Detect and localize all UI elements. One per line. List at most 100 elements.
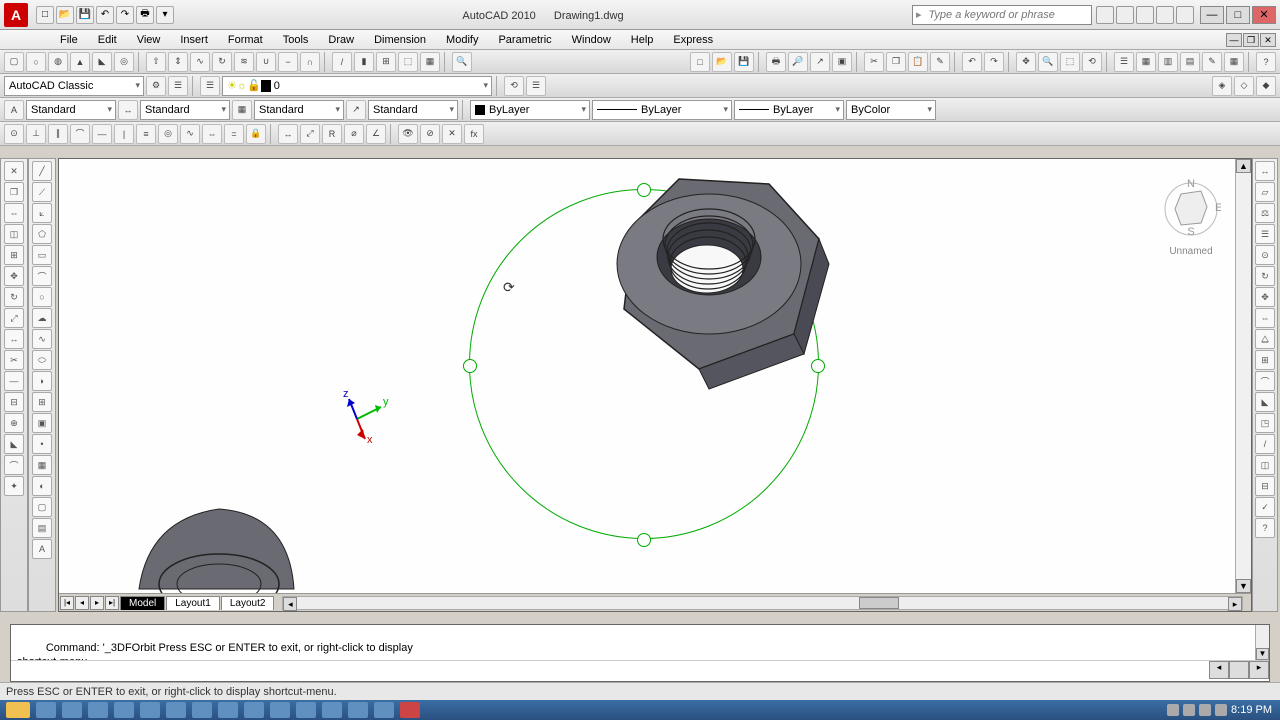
extend-icon[interactable]: —: [4, 371, 24, 391]
textstyle-dropdown[interactable]: Standard: [26, 100, 116, 120]
con-hide-icon[interactable]: ⊘: [420, 124, 440, 144]
table-icon[interactable]: ▤: [32, 518, 52, 538]
layer-dropdown[interactable]: ☀☼🔓■ 0: [222, 76, 492, 96]
app-logo[interactable]: A: [4, 3, 28, 27]
pline-icon[interactable]: ⟀: [32, 203, 52, 223]
tab-last-icon[interactable]: ▸|: [105, 596, 119, 610]
task-word-icon[interactable]: [62, 702, 82, 718]
workspace-dropdown[interactable]: AutoCAD Classic: [4, 76, 144, 96]
menu-modify[interactable]: Modify: [436, 34, 488, 46]
trim-icon[interactable]: ✂: [4, 350, 24, 370]
subtract-icon[interactable]: −: [278, 52, 298, 72]
open-icon[interactable]: 📂: [56, 6, 74, 24]
intersect-icon[interactable]: ∩: [300, 52, 320, 72]
point-icon[interactable]: •: [32, 434, 52, 454]
box-icon[interactable]: ▢: [4, 52, 24, 72]
scroll-left-icon[interactable]: ◂: [283, 597, 297, 611]
publish-icon[interactable]: ↗: [810, 52, 830, 72]
menu-draw[interactable]: Draw: [318, 34, 364, 46]
wedge-icon[interactable]: ◣: [92, 52, 112, 72]
menu-dimension[interactable]: Dimension: [364, 34, 436, 46]
cmd-hscroll-thumb[interactable]: [1229, 661, 1249, 679]
maximize-button[interactable]: □: [1226, 6, 1250, 24]
pan-icon[interactable]: ✥: [1016, 52, 1036, 72]
viewcube-label[interactable]: Unnamed: [1151, 246, 1231, 257]
section-icon[interactable]: ⬚: [398, 52, 418, 72]
dim-radius-icon[interactable]: R: [322, 124, 342, 144]
sheetset-icon[interactable]: ▤: [1180, 52, 1200, 72]
explode-icon[interactable]: ✦: [4, 476, 24, 496]
3dalign-icon[interactable]: ⇔: [1255, 308, 1275, 328]
con-perp-icon[interactable]: ⊥: [26, 124, 46, 144]
break-icon[interactable]: ⊟: [4, 392, 24, 412]
tray-flag-icon[interactable]: [1199, 704, 1211, 716]
menu-view[interactable]: View: [127, 34, 171, 46]
tab-model[interactable]: Model: [120, 596, 165, 610]
circle-icon[interactable]: ○: [32, 287, 52, 307]
3drotate-icon[interactable]: ↻: [1255, 266, 1275, 286]
search-btn-icon[interactable]: [1096, 6, 1114, 24]
con-del-icon[interactable]: ✕: [442, 124, 462, 144]
tab-layout1[interactable]: Layout1: [166, 596, 220, 610]
orbit-handle-bottom[interactable]: [637, 533, 651, 547]
new-icon[interactable]: □: [690, 52, 710, 72]
imprint-icon[interactable]: ⊞: [376, 52, 396, 72]
task-firefox-icon[interactable]: [114, 702, 134, 718]
task-app2-icon[interactable]: [166, 702, 186, 718]
linetype-dropdown[interactable]: ByLayer: [592, 100, 732, 120]
undo-icon[interactable]: ↶: [96, 6, 114, 24]
lineweight-dropdown[interactable]: ByLayer: [734, 100, 844, 120]
favorites-icon[interactable]: [1156, 6, 1174, 24]
chamfer-icon[interactable]: ◣: [4, 434, 24, 454]
spline-icon[interactable]: ∿: [32, 329, 52, 349]
sphere-icon[interactable]: ○: [26, 52, 46, 72]
task-app1-icon[interactable]: [140, 702, 160, 718]
cylinder-icon[interactable]: ◍: [48, 52, 68, 72]
menu-format[interactable]: Format: [218, 34, 273, 46]
menu-insert[interactable]: Insert: [170, 34, 218, 46]
commcenter-icon[interactable]: [1136, 6, 1154, 24]
area-icon[interactable]: ▱: [1255, 182, 1275, 202]
con-tangent-icon[interactable]: ⌒: [70, 124, 90, 144]
arc-icon[interactable]: ⌒: [32, 266, 52, 286]
cut-icon[interactable]: ✂: [864, 52, 884, 72]
task-app6-icon[interactable]: [322, 702, 342, 718]
cmd-scroll-left-icon[interactable]: ◂: [1209, 661, 1229, 679]
command-input[interactable]: [11, 661, 1209, 679]
con-show-icon[interactable]: 👁: [398, 124, 418, 144]
task-app7-icon[interactable]: [348, 702, 368, 718]
3dreal-icon[interactable]: ◆: [1256, 76, 1276, 96]
mdi-restore-button[interactable]: ❐: [1243, 33, 1259, 47]
markup-icon[interactable]: ✎: [1202, 52, 1222, 72]
mleaderstyle-icon[interactable]: ↗: [346, 100, 366, 120]
menu-file[interactable]: File: [50, 34, 88, 46]
tab-first-icon[interactable]: |◂: [60, 596, 74, 610]
line-icon[interactable]: ╱: [32, 161, 52, 181]
dcenter-icon[interactable]: ▦: [1136, 52, 1156, 72]
sectionplane-icon[interactable]: ◳: [1255, 413, 1275, 433]
cone-icon[interactable]: ▲: [70, 52, 90, 72]
menu-window[interactable]: Window: [562, 34, 621, 46]
scroll-down-icon[interactable]: ▼: [1236, 579, 1251, 593]
fillet3d-icon[interactable]: ⌒: [1255, 371, 1275, 391]
scale-icon[interactable]: ⤢: [4, 308, 24, 328]
3dhidden-icon[interactable]: ◇: [1234, 76, 1254, 96]
extrude-icon[interactable]: ⇧: [146, 52, 166, 72]
open2-icon[interactable]: 📂: [712, 52, 732, 72]
stretch-icon[interactable]: ↔: [4, 329, 24, 349]
paste-icon[interactable]: 📋: [908, 52, 928, 72]
minimize-button[interactable]: —: [1200, 6, 1224, 24]
offset-icon[interactable]: ◫: [4, 224, 24, 244]
thicken-icon[interactable]: ▮: [354, 52, 374, 72]
redo2-icon[interactable]: ↷: [984, 52, 1004, 72]
union-icon[interactable]: ∪: [256, 52, 276, 72]
dim-angular-icon[interactable]: ∠: [366, 124, 386, 144]
con-sym-icon[interactable]: ⇔: [202, 124, 222, 144]
ws-settings-icon[interactable]: ⚙: [146, 76, 166, 96]
region-icon[interactable]: ▢: [32, 497, 52, 517]
plotstyle-dropdown[interactable]: ByColor: [846, 100, 936, 120]
con-parallel-icon[interactable]: ∥: [48, 124, 68, 144]
insertblk-icon[interactable]: ⊞: [32, 392, 52, 412]
con-smooth-icon[interactable]: ∿: [180, 124, 200, 144]
dist-icon[interactable]: ↔: [1255, 161, 1275, 181]
